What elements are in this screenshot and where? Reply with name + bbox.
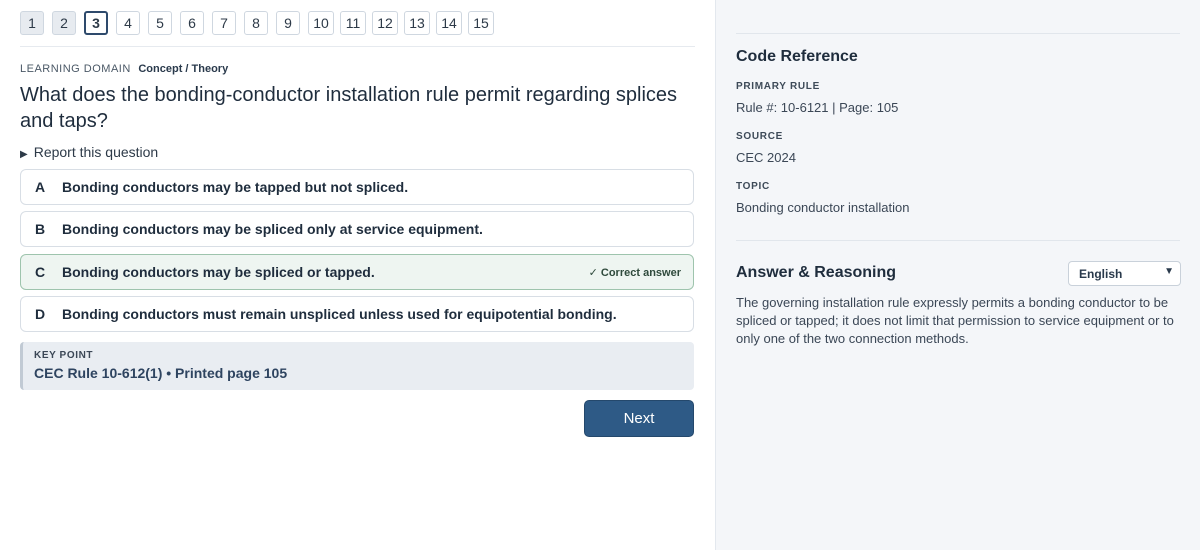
triangle-right-icon: ▶ [20,149,28,160]
reference-panel: Code Reference PRIMARY RULE Rule #: 10-6… [715,0,1200,550]
chevron-down-icon: ▼ [1164,266,1174,277]
page-button-12[interactable]: 12 [372,11,398,35]
divider [20,46,695,47]
report-question-link[interactable]: ▶ Report this question [20,144,158,160]
option-letter: A [35,179,46,195]
option-letter: C [35,264,46,280]
page-button-14[interactable]: 14 [436,11,462,35]
page-button-10[interactable]: 10 [308,11,334,35]
answer-option-b[interactable]: B Bonding conductors may be spliced only… [20,211,694,247]
key-point-box: KEY POINT CEC Rule 10-612(1) • Printed p… [20,342,694,390]
language-select[interactable]: English ▼ [1068,261,1181,286]
option-text: Bonding conductors may be tapped but not… [62,179,409,195]
page-button-4[interactable]: 4 [116,11,140,35]
question-text: What does the bonding-conductor installa… [20,84,678,132]
divider [736,33,1180,34]
primary-rule-label: PRIMARY RULE [736,81,820,92]
page-button-6[interactable]: 6 [180,11,204,35]
answer-option-a[interactable]: A Bonding conductors may be tapped but n… [20,169,694,205]
key-point-label: KEY POINT [34,350,94,361]
option-letter: D [35,306,46,322]
page-button-2[interactable]: 2 [52,11,76,35]
code-reference-title: Code Reference [736,48,858,65]
question-pagination: 1 2 3 4 5 6 7 8 9 10 11 12 13 14 15 [20,11,500,35]
option-text: Bonding conductors must remain unspliced… [62,306,617,322]
answer-option-d[interactable]: D Bonding conductors must remain unsplic… [20,296,694,332]
option-text: Bonding conductors may be spliced only a… [62,221,483,237]
page-button-3[interactable]: 3 [84,11,108,35]
page-button-15[interactable]: 15 [468,11,494,35]
option-text: Bonding conductors may be spliced or tap… [62,264,375,280]
reasoning-text: The governing installation rule expressl… [736,295,1174,346]
divider [736,240,1180,241]
correct-answer-badge: ✓ Correct answer [588,267,681,279]
topic-value: Bonding conductor installation [736,200,910,215]
primary-rule-value: Rule #: 10-6121 | Page: 105 [736,100,899,115]
page-button-7[interactable]: 7 [212,11,236,35]
option-letter: B [35,221,46,237]
page-button-13[interactable]: 13 [404,11,430,35]
learning-domain: LEARNING DOMAIN Concept / Theory [20,63,228,75]
page-button-8[interactable]: 8 [244,11,268,35]
source-label: SOURCE [736,131,783,142]
page-button-1[interactable]: 1 [20,11,44,35]
next-button[interactable]: Next [584,400,694,437]
language-select-value: English [1079,267,1123,281]
page-button-11[interactable]: 11 [340,11,366,35]
source-value: CEC 2024 [736,150,796,165]
question-panel: 1 2 3 4 5 6 7 8 9 10 11 12 13 14 15 LEARNING DOMAIN Co… [0,0,715,550]
learning-domain-label: LEARNING DOMAIN [20,63,131,75]
page-button-9[interactable]: 9 [276,11,300,35]
learning-domain-value: Concept / Theory [138,63,229,75]
page-button-5[interactable]: 5 [148,11,172,35]
answer-reasoning-title: Answer & Reasoning [736,264,897,281]
report-question-label: Report this question [33,144,159,160]
key-point-text: CEC Rule 10-612(1) • Printed page 105 [34,365,288,381]
topic-label: TOPIC [736,181,770,192]
answer-option-c[interactable]: C Bonding conductors may be spliced or t… [20,254,694,290]
